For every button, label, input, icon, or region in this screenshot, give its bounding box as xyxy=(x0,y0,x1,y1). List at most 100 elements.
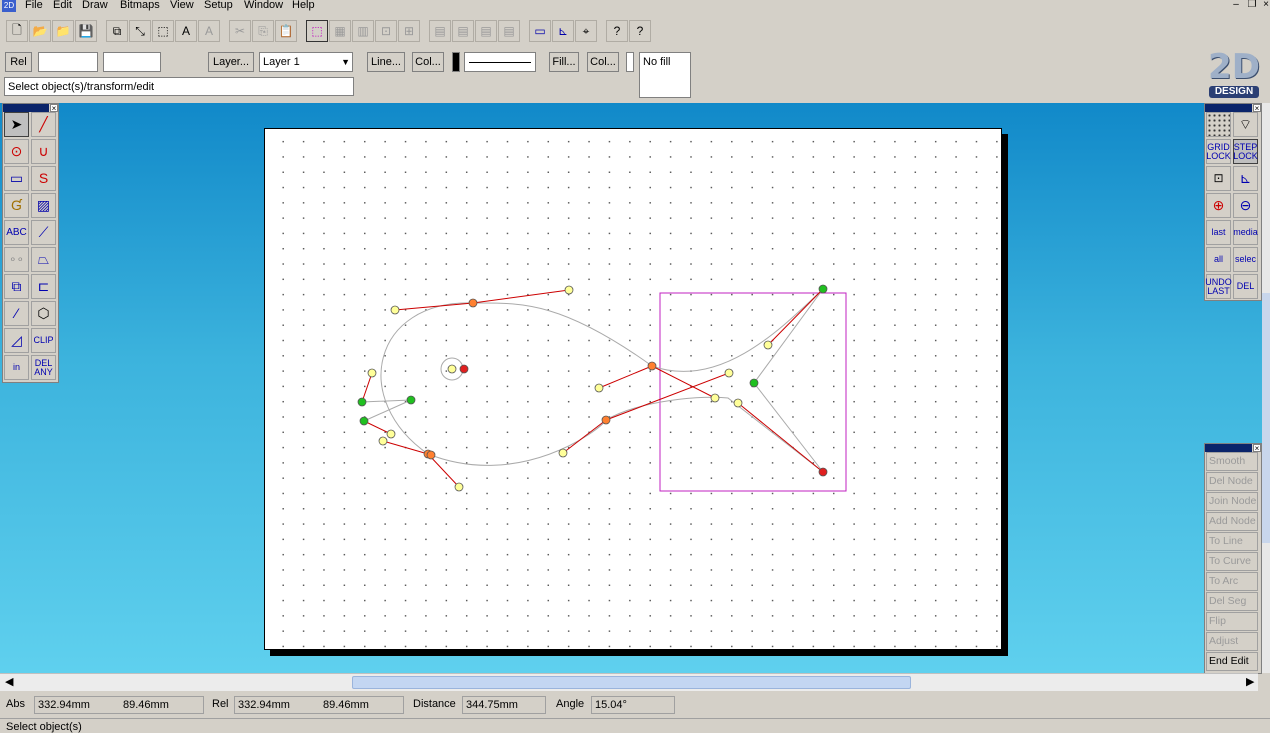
arc-tool[interactable]: ∪ xyxy=(31,139,56,164)
node[interactable] xyxy=(749,378,759,388)
close-icon[interactable]: × xyxy=(50,104,58,113)
node[interactable] xyxy=(357,397,367,407)
angle-label: Angle xyxy=(556,698,585,710)
select-tool[interactable]: ➤ xyxy=(4,112,29,137)
circle-tool[interactable]: ⊙ xyxy=(4,139,29,164)
control-point[interactable] xyxy=(594,383,604,393)
clip-tool[interactable]: CLIP xyxy=(31,328,56,353)
control-point[interactable] xyxy=(710,393,720,403)
array-tool[interactable]: ⊏ xyxy=(31,274,56,299)
zoom-in-icon: ⊕ xyxy=(1212,197,1225,213)
end-edit-button[interactable]: End Edit xyxy=(1206,652,1258,671)
offset-tool[interactable]: Ɠ xyxy=(4,193,29,218)
hatch-icon: ▨ xyxy=(36,197,51,213)
scroll-left-icon[interactable]: ◀ xyxy=(5,675,13,688)
vertical-scrollbar[interactable] xyxy=(1262,103,1270,673)
control-point[interactable] xyxy=(386,429,396,439)
adjust-button[interactable]: Adjust xyxy=(1206,632,1258,651)
grid-lock-toggle[interactable]: GRID LOCK xyxy=(1206,139,1231,164)
block-tool[interactable]: ⬡ xyxy=(31,301,56,326)
palette-titlebar[interactable] xyxy=(1205,104,1252,112)
node[interactable] xyxy=(468,298,478,308)
rectangle-icon: ▭ xyxy=(9,170,24,186)
abs-x-value: 332.94mm xyxy=(38,699,90,711)
node[interactable] xyxy=(647,361,657,371)
node[interactable] xyxy=(818,467,828,477)
zoom-media-tool[interactable]: media xyxy=(1233,220,1258,245)
delete-any-tool[interactable]: DEL ANY xyxy=(31,355,56,380)
horizontal-scrollbar[interactable]: ◀ ▶ xyxy=(0,673,1258,691)
node[interactable] xyxy=(426,450,436,460)
zoom-in-tool[interactable]: ⊕ xyxy=(1206,193,1231,218)
control-point[interactable] xyxy=(558,448,568,458)
palette-titlebar[interactable] xyxy=(1205,444,1252,452)
horizontal-scroll-thumb[interactable] xyxy=(352,676,911,689)
control-point[interactable] xyxy=(367,368,377,378)
control-point[interactable] xyxy=(390,305,400,315)
transform-tool[interactable]: ⧉ xyxy=(4,274,29,299)
control-point[interactable] xyxy=(454,482,464,492)
step-lock-toggle[interactable]: STEP LOCK xyxy=(1233,139,1258,164)
fill-brush-tool[interactable]: ⁄ xyxy=(4,301,29,326)
distance-value: 344.75mm xyxy=(462,696,546,714)
node[interactable] xyxy=(359,416,369,426)
perspective-icon: ⏢ xyxy=(37,251,50,267)
zoom-last-tool[interactable]: last xyxy=(1206,220,1231,245)
zoom-selection-tool[interactable]: selec xyxy=(1233,247,1258,272)
control-point[interactable] xyxy=(763,340,773,350)
control-point[interactable] xyxy=(733,398,743,408)
delete-tool[interactable]: DEL xyxy=(1233,274,1258,299)
join-node-button[interactable]: Join Node xyxy=(1206,492,1258,511)
rectangle-tool[interactable]: ▭ xyxy=(4,166,29,191)
perspective-tool[interactable]: ⏢ xyxy=(31,247,56,272)
rel-y-value: 89.46mm xyxy=(323,699,369,711)
drawing-canvas[interactable] xyxy=(0,0,1270,733)
zoom-all-tool[interactable]: all xyxy=(1206,247,1231,272)
distance-label: Distance xyxy=(413,698,456,710)
insert-tool[interactable]: in xyxy=(4,355,29,380)
curve-tool[interactable]: S xyxy=(31,166,56,191)
del-node-button[interactable]: Del Node xyxy=(1206,472,1258,491)
del-seg-button[interactable]: Del Seg xyxy=(1206,592,1258,611)
text-tool[interactable]: ABC xyxy=(4,220,29,245)
flip-button[interactable]: Flip xyxy=(1206,612,1258,631)
grid-toggle[interactable] xyxy=(1206,112,1231,137)
axes-tool[interactable]: ⊾ xyxy=(1233,166,1258,191)
node[interactable] xyxy=(601,415,611,425)
status-divider xyxy=(0,718,1270,719)
smooth-button[interactable]: Smooth xyxy=(1206,452,1258,471)
node[interactable] xyxy=(406,395,416,405)
add-node-button[interactable]: Add Node xyxy=(1206,512,1258,531)
points-tool[interactable]: ∘∘ xyxy=(4,247,29,272)
hatch-tool[interactable]: ▨ xyxy=(31,193,56,218)
view-tool[interactable]: ⌔ xyxy=(1233,112,1258,137)
node[interactable] xyxy=(818,284,828,294)
polyline-tool[interactable]: ◿ xyxy=(4,328,29,353)
control-point[interactable] xyxy=(564,285,574,295)
scroll-right-icon[interactable]: ▶ xyxy=(1246,675,1254,688)
palette-titlebar[interactable] xyxy=(3,104,49,112)
zoom-out-tool[interactable]: ⊖ xyxy=(1233,193,1258,218)
dimension-tool[interactable]: ⟋ xyxy=(31,220,56,245)
rel-label: Rel xyxy=(212,698,229,710)
zoom-last-label: last xyxy=(1211,227,1226,237)
offset-icon: Ɠ xyxy=(11,197,22,213)
array-icon: ⊏ xyxy=(37,278,50,294)
control-point[interactable] xyxy=(378,436,388,446)
to-curve-button[interactable]: To Curve xyxy=(1206,552,1258,571)
vertical-scroll-thumb[interactable] xyxy=(1262,293,1270,543)
to-line-button[interactable]: To Line xyxy=(1206,532,1258,551)
line-tool[interactable]: ╱ xyxy=(31,112,56,137)
rel-x-value: 332.94mm xyxy=(238,699,290,711)
rel-coordinates: 332.94mm 89.46mm xyxy=(234,696,404,714)
eye-node[interactable] xyxy=(459,364,469,374)
status-message: Select object(s) xyxy=(6,721,82,733)
clip-icon: CLIP xyxy=(33,335,54,345)
undo-last-tool[interactable]: UNDO LAST xyxy=(1205,274,1232,299)
close-icon[interactable]: × xyxy=(1253,104,1261,113)
control-point[interactable] xyxy=(724,368,734,378)
to-arc-button[interactable]: To Arc xyxy=(1206,572,1258,591)
close-icon[interactable]: × xyxy=(1253,444,1261,453)
control-point[interactable] xyxy=(447,364,457,374)
snap-point-tool[interactable]: ⊡ xyxy=(1206,166,1231,191)
